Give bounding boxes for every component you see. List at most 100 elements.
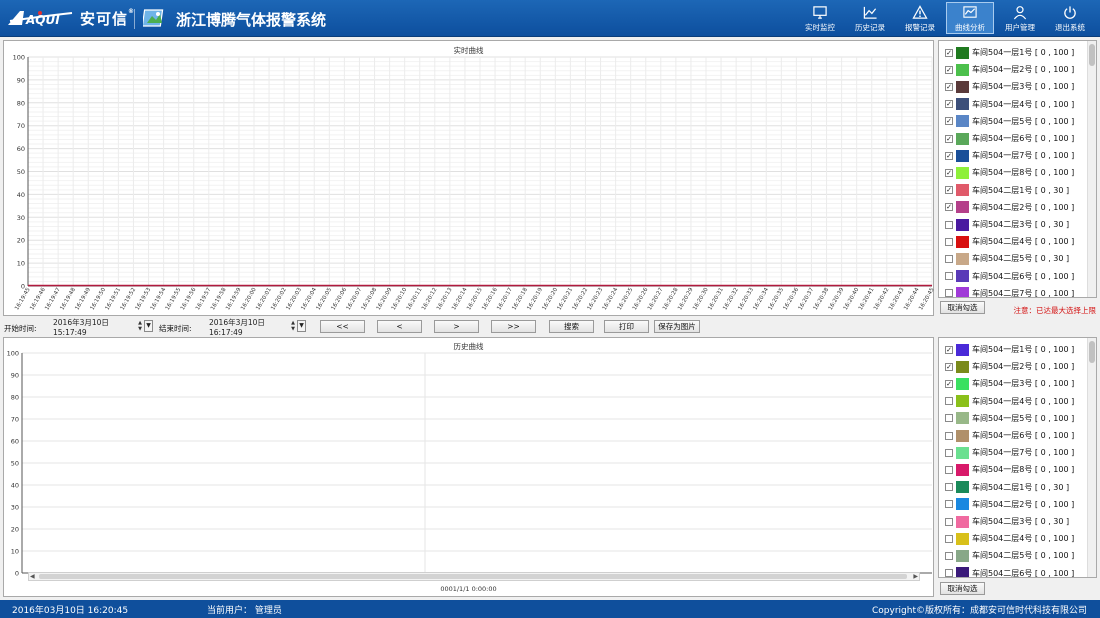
last-page-button[interactable]: >> xyxy=(491,320,536,333)
legend-checkbox[interactable] xyxy=(945,517,953,526)
realtime-legend-item[interactable]: ✓ 车间504一层6号 [ 0 , 100 ] xyxy=(939,130,1089,147)
legend-checkbox[interactable]: ✓ xyxy=(945,186,953,195)
save-as-image-button[interactable]: 保存为图片 xyxy=(654,320,700,333)
warning-icon xyxy=(912,5,928,19)
history-legend-item[interactable]: 车间504二层2号 [ 0 , 100 ] xyxy=(939,496,1089,513)
history-legend-item[interactable]: 车间504二层5号 [ 0 , 100 ] xyxy=(939,547,1089,564)
search-button[interactable]: 搜索 xyxy=(549,320,594,333)
legend-checkbox[interactable] xyxy=(945,431,953,440)
legend-checkbox[interactable] xyxy=(945,272,953,281)
history-legend-item[interactable]: 车间504二层6号 [ 0 , 100 ] xyxy=(939,565,1089,577)
realtime-legend-item[interactable]: ✓ 车间504二层1号 [ 0 , 30 ] xyxy=(939,182,1089,199)
legend-checkbox[interactable]: ✓ xyxy=(945,168,953,177)
realtime-clear-selection-button[interactable]: 取消勾选 xyxy=(940,301,985,314)
realtime-legend-item[interactable]: 车间504二层6号 [ 0 , 100 ] xyxy=(939,268,1089,285)
realtime-legend-item[interactable]: ✓ 车间504一层1号 [ 0 , 100 ] xyxy=(939,44,1089,61)
prev-page-button[interactable]: < xyxy=(377,320,422,333)
system-map-icon xyxy=(143,9,164,27)
legend-checkbox[interactable] xyxy=(945,534,953,543)
nav-curve-analysis[interactable]: 曲线分析 xyxy=(946,2,994,34)
history-legend-item[interactable]: 车间504一层5号 [ 0 , 100 ] xyxy=(939,410,1089,427)
legend-checkbox[interactable]: ✓ xyxy=(945,134,953,143)
history-legend-item[interactable]: 车间504一层8号 [ 0 , 100 ] xyxy=(939,461,1089,478)
legend-checkbox[interactable]: ✓ xyxy=(945,82,953,91)
legend-color-swatch xyxy=(956,63,969,76)
history-legend-item[interactable]: 车间504一层6号 [ 0 , 100 ] xyxy=(939,427,1089,444)
legend-checkbox[interactable] xyxy=(945,237,953,246)
scrollbar-thumb[interactable] xyxy=(39,574,907,579)
history-clear-selection-button[interactable]: 取消勾选 xyxy=(940,582,985,595)
legend-color-swatch xyxy=(956,549,969,562)
legend-checkbox[interactable]: ✓ xyxy=(945,65,953,74)
legend-checkbox[interactable] xyxy=(945,569,953,577)
history-chart-scrollbar[interactable]: ◀ ▶ xyxy=(28,572,920,581)
legend-checkbox[interactable] xyxy=(945,414,953,423)
end-time-picker[interactable]: 2016年3月10日 16:17:49 xyxy=(200,318,298,337)
next-page-button[interactable]: > xyxy=(434,320,479,333)
history-legend-item[interactable]: ✓ 车间504一层2号 [ 0 , 100 ] xyxy=(939,358,1089,375)
scroll-left-arrow[interactable]: ◀ xyxy=(30,573,35,580)
legend-checkbox[interactable]: ✓ xyxy=(945,379,953,388)
legend-checkbox[interactable] xyxy=(945,448,953,457)
legend-checkbox[interactable]: ✓ xyxy=(945,48,953,57)
start-time-value: 2016年3月10日 15:17:49 xyxy=(53,318,109,337)
realtime-legend-item[interactable]: ✓ 车间504一层7号 [ 0 , 100 ] xyxy=(939,147,1089,164)
legend-checkbox[interactable] xyxy=(945,289,953,297)
first-page-button[interactable]: << xyxy=(320,320,365,333)
history-legend-item[interactable]: 车间504一层7号 [ 0 , 100 ] xyxy=(939,444,1089,461)
scrollbar-thumb[interactable] xyxy=(1089,44,1095,66)
legend-checkbox[interactable]: ✓ xyxy=(945,362,953,371)
legend-checkbox[interactable] xyxy=(945,465,953,474)
scrollbar-thumb[interactable] xyxy=(1089,341,1095,363)
legend-color-swatch xyxy=(956,149,969,162)
legend-checkbox[interactable] xyxy=(945,254,953,263)
legend-checkbox[interactable]: ✓ xyxy=(945,100,953,109)
realtime-legend-item[interactable]: 车间504二层3号 [ 0 , 30 ] xyxy=(939,216,1089,233)
legend-checkbox[interactable] xyxy=(945,483,953,492)
scroll-right-arrow[interactable]: ▶ xyxy=(913,573,918,580)
history-legend-item[interactable]: ✓ 车间504一层1号 [ 0 , 100 ] xyxy=(939,341,1089,358)
end-time-dropdown[interactable]: ▼ xyxy=(297,320,306,332)
nav-exit-system[interactable]: 退出系统 xyxy=(1046,2,1094,34)
start-time-dropdown[interactable]: ▼ xyxy=(144,320,153,332)
nav-user-management[interactable]: 用户管理 xyxy=(996,2,1044,34)
legend-checkbox[interactable] xyxy=(945,500,953,509)
realtime-legend-scrollbar[interactable] xyxy=(1087,41,1096,297)
end-time-spinner[interactable]: ▲ ▼ xyxy=(290,320,296,333)
history-legend-item[interactable]: 车间504二层1号 [ 0 , 30 ] xyxy=(939,479,1089,496)
realtime-legend-item[interactable]: ✓ 车间504一层4号 [ 0 , 100 ] xyxy=(939,96,1089,113)
realtime-legend-item[interactable]: ✓ 车间504一层5号 [ 0 , 100 ] xyxy=(939,113,1089,130)
legend-checkbox[interactable] xyxy=(945,220,953,229)
legend-label: 车间504二层5号 [ 0 , 30 ] xyxy=(972,254,1070,264)
nav-history-record[interactable]: 历史记录 xyxy=(846,2,894,34)
history-legend-scrollbar[interactable] xyxy=(1087,338,1096,577)
legend-checkbox[interactable]: ✓ xyxy=(945,345,953,354)
realtime-legend-item[interactable]: 车间504二层4号 [ 0 , 100 ] xyxy=(939,233,1089,250)
status-bar: 2016年03月10日 16:20:45 当前用户： 管理员 Copyright… xyxy=(0,600,1100,618)
legend-checkbox[interactable]: ✓ xyxy=(945,203,953,212)
legend-checkbox[interactable]: ✓ xyxy=(945,117,953,126)
legend-checkbox[interactable] xyxy=(945,551,953,560)
legend-color-swatch xyxy=(956,98,969,111)
start-time-spinner[interactable]: ▲ ▼ xyxy=(137,320,143,333)
history-legend-item[interactable]: ✓ 车间504一层3号 [ 0 , 100 ] xyxy=(939,375,1089,392)
history-legend-item[interactable]: 车间504一层4号 [ 0 , 100 ] xyxy=(939,393,1089,410)
print-button[interactable]: 打印 xyxy=(604,320,649,333)
nav-alarm-record[interactable]: 报警记录 xyxy=(896,2,944,34)
realtime-legend-item[interactable]: 车间504二层7号 [ 0 , 100 ] xyxy=(939,285,1089,297)
realtime-legend-item[interactable]: 车间504二层5号 [ 0 , 30 ] xyxy=(939,250,1089,267)
nav-realtime-monitor[interactable]: 实时监控 xyxy=(796,2,844,34)
history-legend-item[interactable]: 车间504二层4号 [ 0 , 100 ] xyxy=(939,530,1089,547)
realtime-legend-item[interactable]: ✓ 车间504一层8号 [ 0 , 100 ] xyxy=(939,164,1089,181)
realtime-legend-panel: ✓ 车间504一层1号 [ 0 , 100 ] ✓ 车间504一层2号 [ 0 , 1… xyxy=(938,40,1097,298)
y-tick-label: 0 xyxy=(15,570,19,578)
history-legend-item[interactable]: 车间504二层3号 [ 0 , 30 ] xyxy=(939,513,1089,530)
start-time-picker[interactable]: 2016年3月10日 15:17:49 xyxy=(44,318,142,337)
power-icon xyxy=(1064,6,1076,19)
legend-checkbox[interactable]: ✓ xyxy=(945,151,953,160)
realtime-legend-item[interactable]: ✓ 车间504一层2号 [ 0 , 100 ] xyxy=(939,61,1089,78)
realtime-legend-item[interactable]: ✓ 车间504二层2号 [ 0 , 100 ] xyxy=(939,199,1089,216)
legend-color-swatch xyxy=(956,429,969,442)
legend-checkbox[interactable] xyxy=(945,397,953,406)
realtime-legend-item[interactable]: ✓ 车间504一层3号 [ 0 , 100 ] xyxy=(939,78,1089,95)
